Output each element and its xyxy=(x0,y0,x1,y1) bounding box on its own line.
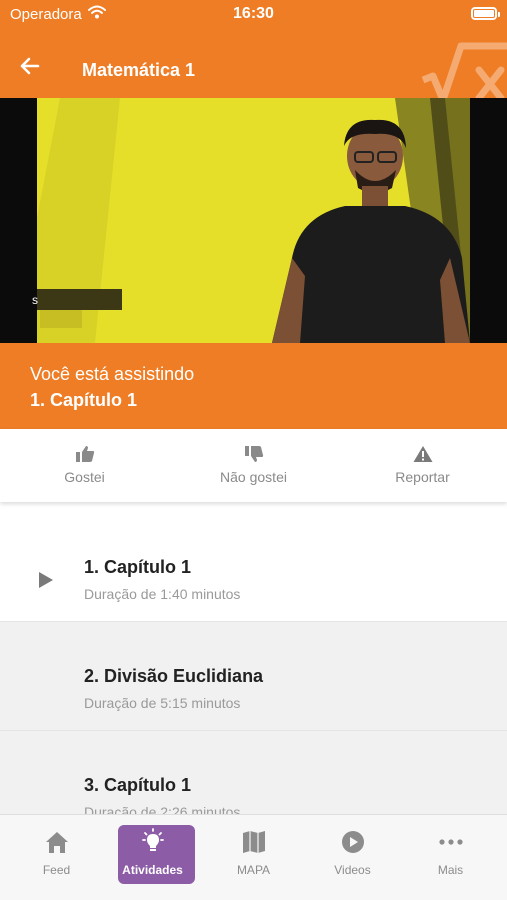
list-item[interactable]: 2. Divisão Euclidiana Duração de 5:15 mi… xyxy=(0,622,507,731)
tab-bar: Feed Atividades MAPA Videos Mais xyxy=(0,814,507,900)
lightbulb-icon xyxy=(139,828,167,856)
list-item[interactable]: 3. Capítulo 1 Duração de 2:26 minutos xyxy=(0,731,507,814)
tab-videos[interactable]: Videos xyxy=(302,815,403,900)
tab-label: Atividades xyxy=(122,863,183,877)
arrow-left-icon[interactable] xyxy=(18,56,44,76)
now-playing-title: 1. Capítulo 1 xyxy=(30,390,138,410)
video-frame: s xyxy=(0,98,507,343)
dislike-button[interactable]: Não gostei xyxy=(169,429,338,502)
map-icon xyxy=(240,828,268,856)
video-lower-third-text: s xyxy=(32,293,38,307)
lesson-duration: Duração de 1:40 minutos xyxy=(84,586,241,602)
list-item[interactable]: 1. Capítulo 1 Duração de 1:40 minutos xyxy=(0,513,507,622)
thumbs-up-icon xyxy=(75,446,94,462)
tab-mais[interactable]: Mais xyxy=(400,815,501,900)
lesson-title: 3. Capítulo 1 xyxy=(84,775,192,795)
home-icon xyxy=(43,828,71,856)
like-label: Gostei xyxy=(64,469,105,485)
like-button[interactable]: Gostei xyxy=(0,429,169,502)
now-playing-label: Você está assistindo xyxy=(30,364,195,384)
status-bar: Operadora 16:30 xyxy=(0,0,507,30)
warning-icon xyxy=(413,446,432,462)
video-player[interactable]: s xyxy=(0,98,507,343)
feedback-actions: Gostei Não gostei Reportar xyxy=(0,429,507,502)
tab-atividades[interactable]: Atividades xyxy=(102,815,203,900)
report-label: Reportar xyxy=(395,469,450,485)
lesson-duration: Duração de 2:26 minutos xyxy=(84,804,241,814)
tab-label: MAPA xyxy=(236,863,271,877)
tab-feed[interactable]: Feed xyxy=(6,815,107,900)
play-icon xyxy=(38,571,54,594)
lesson-title: 2. Divisão Euclidiana xyxy=(84,666,264,686)
lesson-duration: Duração de 5:15 minutos xyxy=(84,695,241,711)
tab-mapa[interactable]: MAPA xyxy=(203,815,304,900)
status-time: 16:30 xyxy=(233,5,274,22)
dislike-label: Não gostei xyxy=(220,469,287,485)
play-circle-icon xyxy=(339,828,367,856)
app-header: Matemática 1 xyxy=(0,30,507,98)
lesson-title: 1. Capítulo 1 xyxy=(84,557,192,577)
battery-icon xyxy=(471,7,500,20)
page-title: Matemática 1 xyxy=(82,60,196,80)
now-playing-banner: Você está assistindo 1. Capítulo 1 xyxy=(0,343,507,429)
tab-label: Videos xyxy=(334,863,371,877)
tab-label: Feed xyxy=(42,863,71,877)
more-icon xyxy=(437,828,465,856)
tab-label: Mais xyxy=(437,863,464,877)
thumbs-down-icon xyxy=(244,446,263,462)
sqrt-x-icon xyxy=(421,40,507,98)
lesson-list: 1. Capítulo 1 Duração de 1:40 minutos 2.… xyxy=(0,502,507,814)
report-button[interactable]: Reportar xyxy=(338,429,507,502)
